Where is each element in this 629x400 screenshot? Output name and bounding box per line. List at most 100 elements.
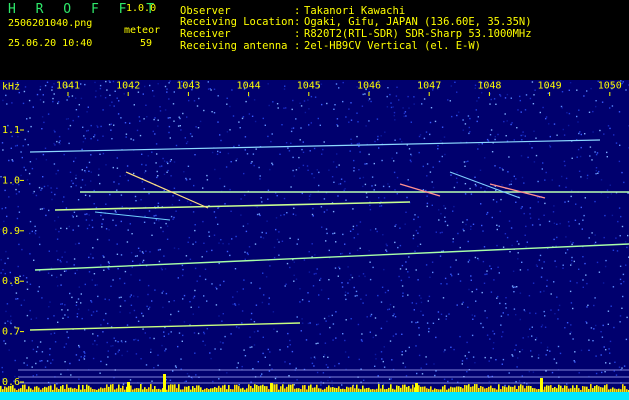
noise-dot [169, 137, 171, 139]
level-spike [538, 389, 540, 392]
noise-dot [525, 225, 527, 228]
noise-dot [108, 123, 111, 126]
noise-dot [192, 243, 194, 245]
noise-dot [117, 351, 119, 353]
noise-dot [437, 311, 440, 313]
noise-dot [238, 144, 240, 147]
noise-dot [132, 260, 134, 262]
level-spike [546, 385, 548, 392]
noise-dot [365, 125, 367, 127]
noise-dot [359, 221, 362, 223]
noise-dot [368, 250, 370, 252]
noise-dot [262, 237, 265, 239]
level-spike [82, 384, 84, 392]
noise-dot [169, 160, 172, 163]
level-spike [18, 388, 20, 392]
noise-dot [124, 340, 127, 343]
noise-dot [320, 206, 323, 208]
noise-dot [502, 312, 504, 314]
noise-dot [223, 185, 226, 188]
noise-dot [6, 303, 9, 305]
noise-dot [353, 286, 355, 289]
noise-dot [103, 319, 105, 321]
noise-dot [99, 372, 101, 374]
level-spike [560, 385, 562, 392]
noise-dot [260, 236, 262, 238]
noise-dot [571, 259, 573, 262]
level-spike [68, 387, 70, 392]
noise-dot [39, 341, 42, 343]
noise-dot [182, 112, 184, 115]
level-spike [326, 387, 328, 392]
noise-dot [505, 135, 507, 137]
noise-dot [36, 374, 38, 376]
noise-dot [364, 163, 366, 165]
noise-dot [323, 198, 326, 200]
noise-dot [202, 187, 204, 189]
noise-dot [558, 185, 561, 187]
noise-dot [202, 340, 204, 342]
noise-dot [408, 148, 411, 150]
noise-dot [623, 181, 625, 184]
level-spike [284, 388, 286, 392]
noise-dot [92, 311, 95, 313]
noise-dot [584, 133, 586, 135]
noise-dot [605, 362, 607, 364]
noise-dot [495, 103, 497, 105]
noise-dot [281, 240, 284, 242]
noise-dot [177, 277, 179, 279]
noise-dot [484, 356, 486, 359]
noise-dot [41, 351, 44, 353]
noise-dot [109, 94, 111, 96]
noise-dot [211, 249, 213, 252]
noise-dot [33, 259, 35, 261]
noise-dot [412, 237, 415, 240]
noise-dot [574, 361, 576, 363]
noise-dot [225, 166, 228, 168]
noise-dot [521, 375, 523, 377]
noise-dot [435, 231, 437, 233]
noise-dot [117, 268, 119, 270]
noise-dot [315, 272, 317, 275]
noise-dot [108, 229, 110, 231]
noise-dot [402, 107, 404, 109]
noise-dot [337, 275, 339, 277]
level-spike [464, 384, 466, 392]
level-spike [526, 385, 528, 392]
level-spike [468, 384, 470, 392]
noise-dot [42, 94, 44, 96]
noise-dot [290, 186, 292, 188]
noise-dot [341, 252, 344, 255]
noise-dot [20, 304, 23, 306]
level-spike [216, 387, 218, 392]
level-spike [528, 385, 530, 392]
noise-dot [84, 137, 86, 140]
level-spike [218, 385, 220, 392]
noise-dot [520, 111, 522, 113]
noise-dot [429, 171, 432, 173]
y-tick-label: 1.0 [2, 175, 20, 186]
noise-dot [278, 241, 280, 243]
noise-dot [621, 367, 623, 369]
noise-dot [405, 211, 407, 213]
level-spike [428, 388, 430, 392]
noise-dot [380, 205, 383, 207]
noise-dot [59, 143, 61, 145]
noise-dot [417, 216, 419, 218]
noise-dot [474, 362, 476, 364]
noise-dot [107, 350, 109, 352]
noise-dot [431, 181, 433, 183]
level-spike [420, 386, 422, 392]
noise-dot [93, 273, 96, 275]
noise-dot [538, 218, 540, 220]
level-spike [114, 389, 116, 392]
noise-dot [359, 151, 361, 153]
noise-dot [521, 261, 523, 263]
noise-dot [477, 116, 479, 118]
noise-dot [540, 326, 543, 328]
noise-dot [333, 232, 336, 234]
noise-dot [588, 111, 591, 113]
noise-dot [308, 271, 311, 273]
noise-dot [303, 100, 306, 102]
noise-dot [538, 259, 541, 261]
